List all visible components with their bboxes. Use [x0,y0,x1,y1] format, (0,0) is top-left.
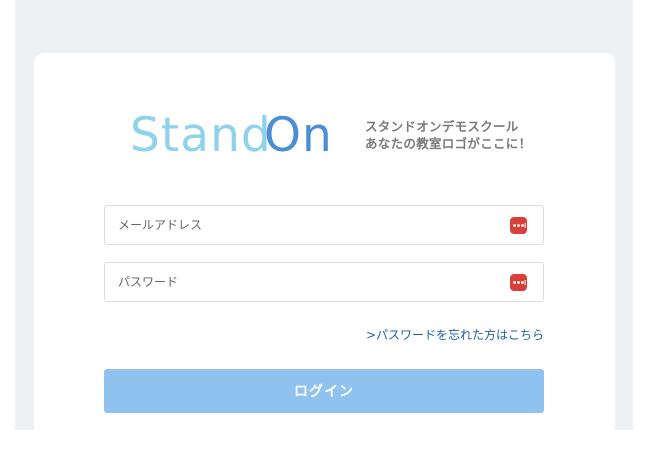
tagline-line-2: あなたの教室ロゴがここに！ [365,136,532,151]
password-manager-icon[interactable] [510,217,527,234]
logo-tagline: スタンドオンデモスクール あなたの教室ロゴがここに！ [365,118,531,152]
password-manager-icon[interactable] [510,274,527,291]
standon-logo-wordmark: Stand On [130,108,333,163]
email-field[interactable] [105,206,543,244]
school-logo: Stand On スタンドオンデモスクール あなたの教室ロゴがここに！ [130,104,550,164]
forgot-password-link[interactable]: >パスワードを忘れた方はこちら [366,326,544,343]
password-field-container [104,262,544,302]
email-field-container [104,205,544,245]
logo-word-stand: Stand [130,108,272,163]
password-field[interactable] [105,263,543,301]
logo-word-on: On [264,108,333,163]
tagline-line-1: スタンドオンデモスクール [365,119,519,134]
login-button[interactable]: ログイン [104,369,544,413]
